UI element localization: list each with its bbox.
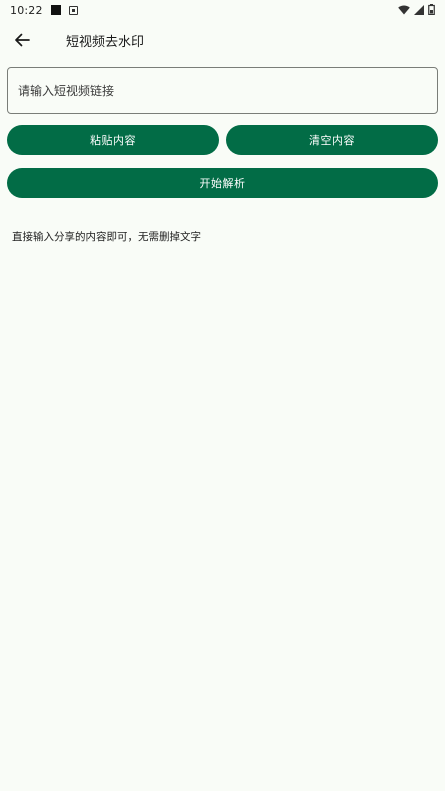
app-screen: 10:22 短视频去水印 粘贴内容	[0, 0, 445, 791]
app-notification-icon	[68, 5, 78, 15]
paste-button-label: 粘贴内容	[90, 134, 136, 147]
battery-icon	[428, 4, 435, 15]
status-time: 10:22	[10, 3, 43, 17]
hint-text: 直接输入分享的内容即可，无需删掉文字	[12, 231, 201, 243]
status-icons	[398, 4, 435, 15]
start-parse-button-label: 开始解析	[199, 177, 246, 190]
status-bar: 10:22	[0, 0, 445, 20]
page-title: 短视频去水印	[66, 35, 145, 50]
clear-button[interactable]: 清空内容	[226, 125, 438, 155]
paste-button[interactable]: 粘贴内容	[7, 125, 219, 155]
notification-square-icon	[50, 5, 61, 15]
arrow-left-icon	[15, 33, 30, 47]
back-button[interactable]	[12, 30, 32, 50]
signal-icon	[414, 4, 424, 15]
video-link-input[interactable]	[18, 83, 437, 98]
app-bar: 短视频去水印	[0, 22, 445, 58]
start-parse-button[interactable]: 开始解析	[7, 168, 438, 198]
wifi-icon	[398, 5, 410, 14]
clear-button-label: 清空内容	[309, 134, 355, 147]
video-link-field[interactable]	[7, 67, 438, 114]
